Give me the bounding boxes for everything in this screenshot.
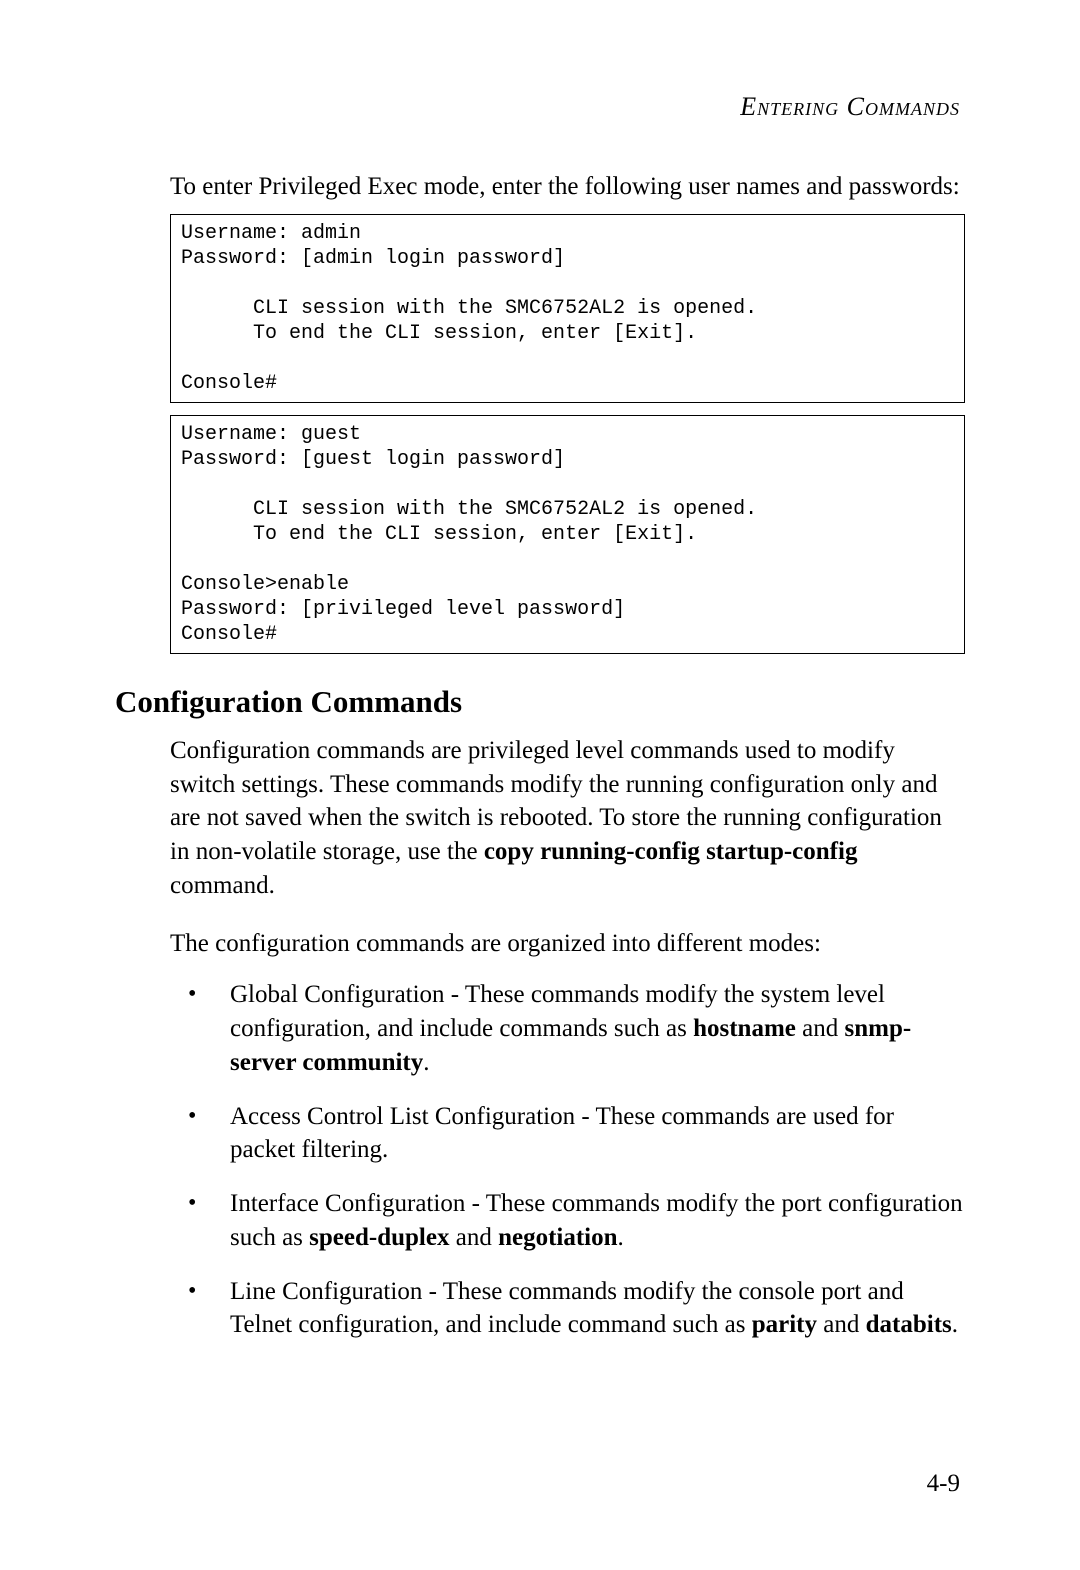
text: . [952,1311,958,1338]
list-item: Line Configuration - These commands modi… [170,1275,965,1343]
text: . [618,1224,624,1251]
code-block-guest: Username: guest Password: [guest login p… [170,415,965,654]
bold-parity: parity [752,1311,817,1338]
text: . [423,1049,429,1076]
code-block-admin: Username: admin Password: [admin login p… [170,214,965,403]
running-header: Entering Commands [115,92,960,122]
text: and [449,1224,498,1251]
list-item: Global Configuration - These commands mo… [170,978,965,1079]
bold-copy-command: copy running-config startup-config [484,838,858,865]
text: and [796,1015,845,1042]
text: command. [170,872,275,899]
bold-speed-duplex: speed-duplex [309,1224,449,1251]
page-number: 4-9 [927,1470,960,1498]
bold-hostname: hostname [693,1015,796,1042]
intro-block: To enter Privileged Exec mode, enter the… [170,170,965,654]
section-para-1: Configuration commands are privileged le… [170,734,965,903]
section-heading: Configuration Commands [115,684,965,720]
bold-negotiation: negotiation [498,1224,617,1251]
intro-text: To enter Privileged Exec mode, enter the… [170,170,965,204]
list-item: Interface Configuration - These commands… [170,1187,965,1255]
list-item: Access Control List Configuration - Thes… [170,1100,965,1168]
page: Entering Commands To enter Privileged Ex… [0,0,1080,1570]
bold-databits: databits [866,1311,952,1338]
section-body: Configuration commands are privileged le… [170,734,965,1342]
text: and [817,1311,866,1338]
section-para-2: The configuration commands are organized… [170,927,965,961]
bullet-list: Global Configuration - These commands mo… [170,978,965,1342]
